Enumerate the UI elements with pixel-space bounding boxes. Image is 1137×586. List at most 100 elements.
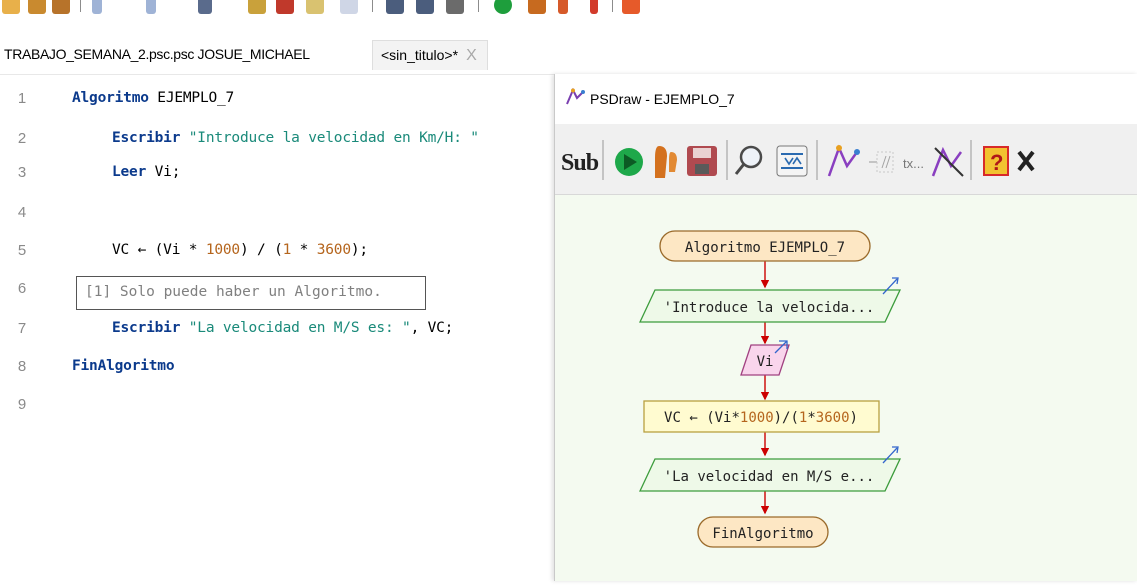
code-text: , VC; xyxy=(410,320,454,336)
tab-label: <sin_titulo>* xyxy=(381,47,459,63)
line-number: 1 xyxy=(17,90,27,107)
output-shape-1[interactable]: 'Introduce la velocida... xyxy=(638,277,902,323)
end-terminal[interactable]: FinAlgoritmo xyxy=(697,516,829,548)
number-literal: 1000 xyxy=(205,242,240,258)
process-shape[interactable]: VC ← (Vi*1000)/(1*3600) xyxy=(643,400,880,433)
close-tab-icon[interactable]: X xyxy=(466,47,477,65)
psdraw-window[interactable]: PSDraw - EJEMPLO_7 Sub tx... ? Algoritmo… xyxy=(554,74,1137,581)
cut-icon[interactable] xyxy=(198,0,212,14)
number-literal: 1 xyxy=(282,242,292,258)
line-number: 4 xyxy=(17,204,27,221)
close-icon xyxy=(1017,150,1035,172)
subprocess-button[interactable]: Sub xyxy=(561,150,600,176)
find-icon[interactable] xyxy=(306,0,324,14)
psdraw-title: PSDraw - EJEMPLO_7 xyxy=(590,91,735,107)
start-terminal[interactable]: Algoritmo EJEMPLO_7 xyxy=(659,230,871,262)
step-icon[interactable] xyxy=(386,0,404,14)
paste-icon[interactable] xyxy=(276,0,294,14)
psdraw-app-icon xyxy=(565,87,585,111)
line-number: 2 xyxy=(17,130,27,147)
code-text: ); xyxy=(350,242,368,258)
code-line-7: Escribir "La velocidad en M/S es: ", VC; xyxy=(112,320,453,336)
line-number: 8 xyxy=(17,358,27,375)
sub-label: Sub xyxy=(561,150,599,176)
number-literal: 3600 xyxy=(316,242,351,258)
indent-icon[interactable] xyxy=(340,0,358,14)
line-number: 7 xyxy=(17,320,27,337)
line-number: 3 xyxy=(17,164,27,181)
redo-icon[interactable] xyxy=(146,0,156,14)
line-number: 9 xyxy=(17,396,27,413)
input-shape[interactable]: Vi xyxy=(740,340,790,376)
flowchart-icon[interactable] xyxy=(558,0,568,14)
text-size-button[interactable]: tx... xyxy=(903,156,924,171)
keyword: Escribir xyxy=(112,320,181,336)
code-line-5: VC ← (Vi * 1000) / (1 * 3600); xyxy=(112,242,368,258)
psdraw-toolbar: Sub tx... ? xyxy=(555,124,1137,195)
toolbar-separator xyxy=(478,0,479,12)
hide-flow-button[interactable] xyxy=(931,146,964,177)
tab-trabajo-semana[interactable]: TRABAJO_SEMANA_2.psc.psc JOSUE_MICHAEL xyxy=(4,46,310,62)
tx-label: tx... xyxy=(903,156,924,171)
error-tooltip: [1] Solo puede haber un Algoritmo. xyxy=(76,276,426,310)
toolbar-separator xyxy=(612,0,613,12)
code-text: EJEMPLO_7 xyxy=(148,90,235,106)
string-literal: "Introduce la velocidad en Km/H: " xyxy=(188,130,479,146)
process-label: VC ← (Vi*1000)/(1*3600) xyxy=(664,410,858,426)
save-file-icon[interactable] xyxy=(52,0,70,14)
end-terminal-label: FinAlgoritmo xyxy=(712,526,813,542)
string-literal: "La velocidad en M/S es: " xyxy=(188,320,411,336)
zoom-button[interactable] xyxy=(734,145,763,175)
keyword: Leer xyxy=(112,164,147,180)
run-button[interactable] xyxy=(615,148,643,176)
comment-button[interactable] xyxy=(869,151,894,173)
help-button[interactable]: ? xyxy=(983,146,1009,176)
toolbar-separator xyxy=(372,0,373,12)
start-terminal-label: Algoritmo EJEMPLO_7 xyxy=(685,240,845,256)
help-icon[interactable] xyxy=(590,0,598,14)
main-toolbar xyxy=(0,0,1137,22)
undo-icon[interactable] xyxy=(92,0,102,14)
keyword: Escribir xyxy=(112,130,181,146)
flowchart-icon xyxy=(827,144,859,177)
code-editor[interactable]: 1 2 3 4 5 6 7 8 9 Algoritmo EJEMPLO_7 Es… xyxy=(0,74,560,581)
fit-to-screen-button[interactable] xyxy=(776,145,808,177)
code-text: VC ← (Vi * xyxy=(112,242,206,258)
file-tab-bar: TRABAJO_SEMANA_2.psc.psc JOSUE_MICHAEL <… xyxy=(0,36,1137,75)
toolbar-separator xyxy=(80,0,81,12)
open-file-icon[interactable] xyxy=(28,0,46,14)
output-shape-2[interactable]: 'La velocidad en M/S e... xyxy=(638,446,902,492)
close-button[interactable] xyxy=(1017,150,1035,172)
step-by-step-icon[interactable] xyxy=(528,0,546,14)
svg-text:?: ? xyxy=(990,150,1003,175)
code-text: ) / ( xyxy=(239,242,283,258)
line-number: 6 xyxy=(17,280,27,297)
code-line-1: Algoritmo EJEMPLO_7 xyxy=(72,90,234,106)
run-icon[interactable] xyxy=(494,0,512,14)
input-label: Vi xyxy=(757,354,774,370)
draw-flow-button[interactable] xyxy=(827,144,860,177)
keyword: FinAlgoritmo xyxy=(72,358,175,374)
save-button[interactable] xyxy=(687,146,717,176)
new-file-icon[interactable] xyxy=(2,0,20,14)
code-line-8: FinAlgoritmo xyxy=(72,358,175,374)
code-line-2: Escribir "Introduce la velocidad en Km/H… xyxy=(112,130,479,146)
line-number: 5 xyxy=(17,242,27,259)
code-text: * xyxy=(291,242,317,258)
flowchart-hide-icon xyxy=(931,146,963,177)
output-2-label: 'La velocidad en M/S e... xyxy=(664,469,875,485)
debug-icon[interactable] xyxy=(416,0,434,14)
output-1-label: 'Introduce la velocida... xyxy=(664,300,875,316)
step-button[interactable] xyxy=(655,146,677,178)
psdraw-title-bar[interactable]: PSDraw - EJEMPLO_7 xyxy=(555,74,1137,124)
export-icon[interactable] xyxy=(622,0,640,14)
copy-icon[interactable] xyxy=(248,0,266,14)
tab-sin-titulo[interactable]: <sin_titulo>* X xyxy=(372,40,488,70)
code-text: Vi; xyxy=(146,164,181,180)
fit-icon xyxy=(776,145,808,177)
breakpoint-icon[interactable] xyxy=(446,0,464,14)
flowchart-canvas[interactable]: Algoritmo EJEMPLO_7 'Introduce la veloci… xyxy=(555,195,1137,581)
keyword: Algoritmo xyxy=(72,90,149,106)
footprint-icon xyxy=(655,146,667,178)
code-line-3: Leer Vi; xyxy=(112,164,180,180)
